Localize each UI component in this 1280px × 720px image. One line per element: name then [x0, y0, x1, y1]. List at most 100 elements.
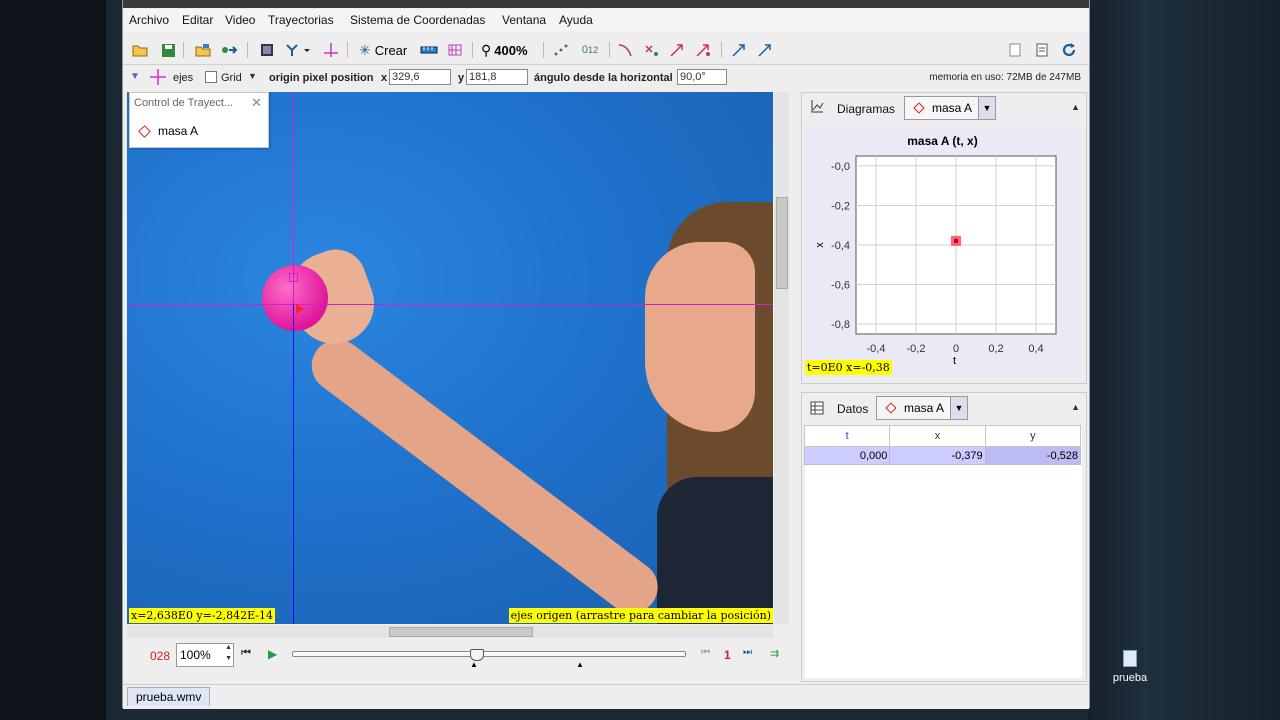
tab-prueba[interactable]: prueba.wmv — [127, 687, 211, 706]
rate-spinner[interactable]: 100% ▲ ▼ — [176, 643, 234, 667]
position-marker-icon[interactable] — [641, 40, 661, 60]
chart-icon[interactable] — [810, 99, 824, 116]
player-controls: 028 100% ▲ ▼ ⏮ ▶ ▲ ▲ ⏮ 1 ⏭ ⇉ — [127, 641, 787, 671]
table-header-row: t x y — [803, 425, 1082, 447]
import-icon[interactable] — [220, 40, 240, 60]
grid-checkbox[interactable] — [205, 71, 217, 83]
frame-slider[interactable]: ▲ ▲ — [292, 649, 686, 669]
table-cell[interactable]: -0,528 — [984, 446, 1082, 465]
diagram-track-combo[interactable]: masa A ▼ — [904, 96, 996, 120]
reset-icon[interactable]: ⏮ — [241, 647, 251, 660]
menu-sistema-coordenadas[interactable]: Sistema de Coordenadas — [350, 13, 485, 27]
data-track-combo[interactable]: masa A ▼ — [876, 396, 968, 420]
track-control-title: Control de Trayect... — [134, 97, 234, 109]
table-cell[interactable]: -0,379 — [889, 446, 986, 465]
close-icon[interactable]: ✕ — [251, 95, 262, 111]
chart-svg: -0,4 -0,2 0 0,2 0,4 -0,0 -0,2 -0,4 -0,6 -0,8 — [831, 155, 1057, 355]
menu-archivo[interactable]: Archivo — [129, 13, 169, 27]
trail-icon[interactable] — [551, 40, 571, 60]
notes-icon[interactable] — [1005, 40, 1025, 60]
video-vertical-scrollbar[interactable] — [774, 92, 789, 624]
title-bar[interactable] — [123, 0, 1089, 8]
video-view[interactable]: x=2,638E0 y=-2,842E-14 ejes origen (arra… — [127, 92, 773, 624]
origin-x-label: x — [381, 72, 388, 84]
video-vscroll-thumb[interactable] — [776, 197, 788, 289]
open-folder-icon[interactable] — [130, 40, 150, 60]
data-table[interactable]: t x y 0,000 -0,379 -0,528 — [803, 425, 1082, 465]
y-tick-label: -0,6 — [831, 280, 850, 292]
loop-icon[interactable]: ⇉ — [770, 647, 779, 660]
menu-bar: Archivo Editar Video Trayectorias Sistem… — [123, 9, 1089, 31]
video-tabs: prueba.wmv — [123, 684, 1089, 709]
velocity-icon[interactable] — [667, 40, 687, 60]
table-icon[interactable] — [810, 401, 824, 418]
zoom-button[interactable]: ⚲ 400% — [481, 40, 537, 60]
spinner-up-icon[interactable]: ▲ — [225, 644, 232, 651]
save-icon[interactable] — [158, 40, 178, 60]
end-marker-icon: ▲ — [576, 660, 584, 669]
diamond-icon — [138, 124, 151, 138]
axes-toggle-icon[interactable] — [321, 40, 341, 60]
column-header-x[interactable]: x — [889, 425, 986, 447]
desktop-background: prueba — [1088, 0, 1280, 720]
y-axis-label: x — [813, 242, 826, 248]
path-icon[interactable] — [615, 40, 635, 60]
center-of-mass-accel-icon[interactable] — [755, 40, 775, 60]
desktop-left-edge — [0, 0, 106, 720]
grid-dropdown-icon[interactable]: ▼ — [248, 71, 257, 81]
track-button-masa-a[interactable]: masa A — [138, 124, 198, 138]
play-icon[interactable]: ▶ — [268, 647, 277, 661]
desktop-file-prueba[interactable]: prueba — [1108, 650, 1152, 684]
grid-label[interactable]: Grid — [221, 72, 242, 84]
origin-y-field[interactable] — [466, 69, 528, 85]
collapse-arrow-icon[interactable]: ▼ — [130, 71, 140, 82]
origin-x-field[interactable] — [389, 69, 451, 85]
axes-cross-icon[interactable] — [149, 68, 167, 89]
refresh-icon[interactable] — [1059, 40, 1079, 60]
calibration-tools-icon[interactable] — [283, 40, 313, 60]
clip-settings-icon[interactable] — [257, 40, 277, 60]
table-cell[interactable]: 0,000 — [803, 446, 891, 465]
x-axis-label: t — [953, 355, 957, 367]
axis-vertical-negative — [293, 304, 294, 624]
main-toolbar: ✳ Crear ⚲ 400% 012 — [123, 36, 1089, 65]
tracker-window: Archivo Editar Video Trayectorias Sistem… — [122, 0, 1090, 709]
properties-icon[interactable] — [1032, 40, 1052, 60]
track-control-panel: Control de Trayect... ✕ masa A — [129, 92, 269, 148]
file-icon — [1123, 650, 1137, 667]
track-marker[interactable] — [289, 273, 298, 282]
video-hscroll-thumb[interactable] — [389, 627, 533, 637]
x-tick-label: 0,2 — [988, 343, 1003, 355]
collapse-up-icon[interactable]: ▲ — [1071, 402, 1080, 412]
menu-editar[interactable]: Editar — [182, 13, 213, 27]
column-header-t[interactable]: t — [803, 425, 891, 447]
open-video-icon[interactable] — [193, 40, 213, 60]
labels-icon[interactable]: 012 — [577, 40, 603, 60]
frame-number: 028 — [150, 649, 171, 663]
spinner-down-icon[interactable]: ▼ — [225, 655, 232, 662]
angle-field[interactable] — [677, 69, 727, 85]
video-horizontal-scrollbar[interactable] — [127, 625, 773, 638]
column-header-y[interactable]: y — [984, 425, 1082, 447]
menu-video[interactable]: Video — [225, 13, 255, 27]
menu-ayuda[interactable]: Ayuda — [559, 13, 593, 27]
collapse-up-icon[interactable]: ▲ — [1071, 102, 1080, 112]
step-forward-icon[interactable]: ⏭ — [743, 647, 752, 658]
data-point-center — [954, 238, 958, 243]
create-track-button[interactable]: ✳ Crear — [359, 40, 415, 60]
step-back-icon[interactable]: ⏮ — [701, 647, 710, 658]
step-size[interactable]: 1 — [724, 648, 731, 662]
tape-measure-icon[interactable] — [419, 40, 439, 60]
x-tick-label: -0,4 — [867, 343, 886, 355]
menu-trayectorias[interactable]: Trayectorias — [268, 13, 334, 27]
mass-point-marker[interactable] — [296, 304, 304, 314]
data-points-icon[interactable] — [445, 40, 465, 60]
chart-host[interactable]: masa A (t, x) -0,4 -0,2 0 0,2 0,4 -0,0 -0,2 -0,… — [804, 126, 1081, 378]
dropdown-arrow-icon[interactable]: ▼ — [950, 397, 967, 419]
origin-label: origin pixel position — [269, 72, 374, 84]
menu-ventana[interactable]: Ventana — [502, 13, 546, 27]
table-row[interactable]: 0,000 -0,379 -0,528 — [803, 446, 1082, 465]
center-of-mass-velocity-icon[interactable] — [729, 40, 749, 60]
acceleration-icon[interactable] — [693, 40, 713, 60]
dropdown-arrow-icon[interactable]: ▼ — [978, 97, 995, 119]
